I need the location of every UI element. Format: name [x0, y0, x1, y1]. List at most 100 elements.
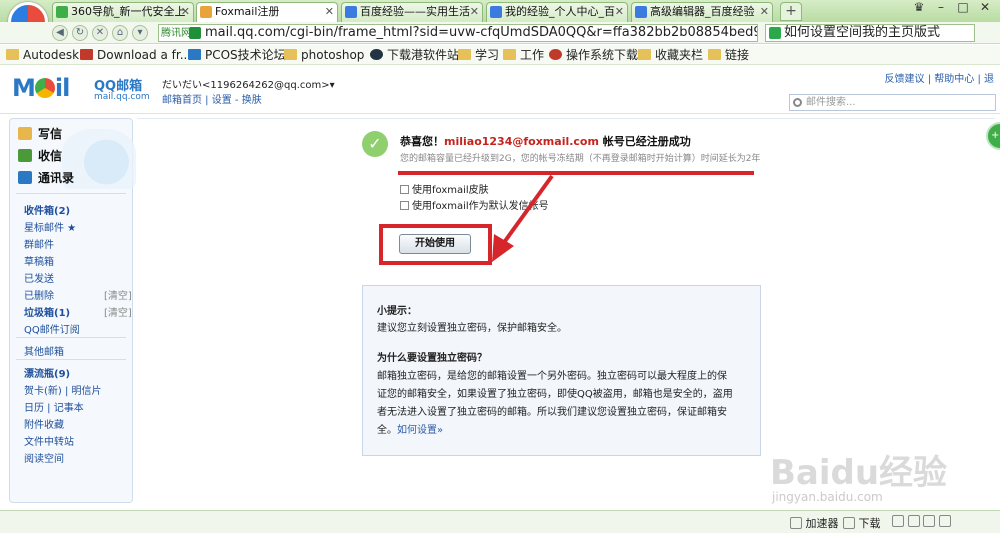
user-links[interactable]: 邮箱首页 | 设置 - 换肤 [162, 91, 262, 106]
minimize-icon[interactable]: – [930, 0, 952, 14]
tab-advanced-editor[interactable]: 高级编辑器_百度经验 ✕ [631, 2, 773, 22]
maximize-icon[interactable]: □ [952, 0, 974, 14]
file-transfer[interactable]: 文件中转站 [24, 433, 74, 448]
skin-icon[interactable]: ♛ [908, 0, 930, 14]
address-field[interactable]: 腾讯网 mail.qq.com/cgi-bin/frame_html?sid=u… [158, 24, 758, 42]
back-icon[interactable]: ◀ [52, 25, 68, 41]
close-icon[interactable]: ✕ [615, 3, 624, 21]
new-email-address: miliao1234@foxmail.com [444, 135, 599, 148]
screenshot-icon[interactable] [892, 515, 904, 527]
url-text: mail.qq.com/cgi-bin/frame_html?sid=uvw-c… [205, 25, 758, 40]
tab-bar: 360导航_新一代安全上 ✕ Foxmail注册 ✕ 百度经验——实用生活 ✕ 我的经… [0, 0, 1000, 23]
greeting-card[interactable]: 贺卡(新) | 明信片 [24, 382, 102, 397]
baidu-icon [635, 6, 647, 18]
search-engine-icon [769, 27, 781, 39]
drift-bottle[interactable]: 漂流瓶(9) [24, 365, 70, 380]
mail-logo[interactable]: Mil [12, 74, 70, 102]
tab-my-jingyan[interactable]: 我的经验_个人中心_百 ✕ [486, 2, 628, 22]
foxmail-icon [200, 6, 212, 18]
attachment-favorites[interactable]: 附件收藏 [24, 416, 64, 431]
divider [16, 359, 126, 360]
bookmark-photoshop[interactable]: photoshop [284, 45, 364, 65]
folder-sent[interactable]: 已发送 [24, 270, 54, 285]
folder-drafts[interactable]: 草稿箱 [24, 253, 54, 268]
other-mailboxes[interactable]: 其他邮箱 [24, 343, 64, 358]
watermark-url: jingyan.baidu.com [772, 490, 883, 504]
bookmark-autodesk[interactable]: Autodesk [6, 45, 79, 65]
folder-icon [638, 49, 651, 60]
new-tab-button[interactable]: + [780, 2, 802, 21]
bookmark-study[interactable]: 学习 [458, 45, 499, 65]
tab-baidu-jingyan[interactable]: 百度经验——实用生活 ✕ [341, 2, 483, 22]
zoom-icon[interactable] [938, 515, 951, 527]
why-line-2: 证您的邮箱安全，如果设置了独立密码，即使QQ被盗用，邮箱也是安全的，盗用 [377, 389, 733, 400]
tab-360-nav[interactable]: 360导航_新一代安全上 ✕ [52, 2, 194, 22]
bookmark-pcos[interactable]: PCOS技术论坛 [188, 45, 286, 65]
empty-spam-link[interactable]: [清空] [104, 304, 132, 319]
top-links[interactable]: 反馈建议 | 帮助中心 | 退 [885, 70, 994, 85]
tips-text: 建议您立刻设置独立密码，保护邮箱安全。 [377, 323, 567, 334]
tips-panel: 小提示： 建议您立刻设置独立密码，保护邮箱安全。 为什么要设置独立密码？ 邮箱独… [362, 285, 761, 456]
mail-search-input[interactable]: 邮件搜索... [789, 94, 996, 111]
site-icon [370, 49, 383, 60]
baidu-icon [490, 6, 502, 18]
browser-search-input[interactable]: 如何设置空间我的主页版式 [765, 24, 975, 42]
bookmarks-bar: Autodesk Download a fr... PCOS技术论坛 photo… [0, 45, 1000, 65]
folder-spam[interactable]: 垃圾箱(1) [清空] [24, 304, 132, 319]
address-toolbar: ◀ ↻ ✕ ⌂ ▾ 腾讯网 mail.qq.com/cgi-bin/frame_… [0, 22, 1000, 44]
user-account[interactable]: だいだい<1196264262@qq.com>▾ [162, 76, 335, 91]
start-using-button[interactable]: 开始使用 [399, 234, 471, 254]
settings-icon[interactable] [907, 515, 920, 527]
refresh-icon[interactable]: ↻ [72, 25, 88, 41]
close-icon[interactable]: ✕ [470, 3, 479, 21]
mail-header: Mil QQ邮箱 mail.qq.com だいだい<1196264262@qq.… [0, 66, 1000, 114]
bookmark-os-download[interactable]: 操作系统下载 [549, 45, 638, 65]
checkbox[interactable] [400, 201, 409, 210]
close-window-icon[interactable]: ✕ [974, 0, 996, 14]
bookmark-favorites[interactable]: 收藏夹栏 [638, 45, 703, 65]
empty-deleted-link[interactable]: [清空] [104, 287, 132, 302]
baidu-watermark: Baidu经验 [770, 453, 948, 493]
checkbox[interactable] [400, 185, 409, 194]
folder-subscription[interactable]: QQ邮件订阅 [24, 321, 80, 336]
how-to-set-link[interactable]: 如何设置» [397, 425, 443, 436]
close-icon[interactable]: ✕ [760, 3, 769, 21]
site-icon [549, 49, 562, 60]
search-icon [793, 98, 802, 107]
reading-space[interactable]: 阅读空间 [24, 450, 64, 465]
mail-logo-o-icon [34, 78, 55, 98]
close-icon[interactable]: ✕ [325, 3, 334, 21]
site-icon [188, 49, 201, 60]
upgrade-note: 您的邮箱容量已经升级到2G，您的帐号冻结期（不再登录邮箱时开始计算）时间延长为2… [400, 154, 761, 164]
bookmark-links[interactable]: 链接 [708, 45, 749, 65]
folder-icon [708, 49, 721, 60]
inbox-button[interactable]: 收信 [18, 147, 62, 164]
option-foxmail-skin[interactable]: 使用foxmail皮肤 [400, 181, 489, 196]
why-line-1: 邮箱独立密码，是给您的邮箱设置一个另外密码。独立密码可以最大程度上的保 [377, 371, 727, 382]
contacts-button[interactable]: 通讯录 [18, 169, 74, 186]
calendar-notes[interactable]: 日历 | 记事本 [24, 399, 84, 414]
download-button[interactable]: 下载 [843, 515, 881, 531]
close-icon[interactable]: ✕ [181, 3, 190, 21]
tips-title: 小提示： [377, 306, 417, 317]
folder-inbox[interactable]: 收件箱(2) [24, 202, 70, 217]
folder-starred[interactable]: 星标邮件 ★ [24, 219, 76, 234]
bookmark-work[interactable]: 工作 [503, 45, 544, 65]
accelerator-button[interactable]: 加速器 [790, 515, 839, 531]
folder-deleted[interactable]: 已删除 [清空] [24, 287, 132, 302]
tab-foxmail-register[interactable]: Foxmail注册 ✕ [196, 2, 338, 23]
why-line-3: 者无法进入设置了独立密码的邮箱。所以我们建议您设置独立密码，保证邮箱安 [377, 407, 727, 418]
sound-icon[interactable] [923, 515, 935, 527]
baidu-icon [345, 6, 357, 18]
folder-icon [503, 49, 516, 60]
bookmark-download[interactable]: Download a fr... [80, 45, 191, 65]
write-button[interactable]: 写信 [18, 125, 62, 142]
history-icon[interactable]: ▾ [132, 25, 148, 41]
download-icon [843, 517, 855, 529]
folder-group[interactable]: 群邮件 [24, 236, 54, 251]
stop-icon[interactable]: ✕ [92, 25, 108, 41]
divider [16, 193, 126, 194]
home-icon[interactable]: ⌂ [112, 25, 128, 41]
bookmark-download-site[interactable]: 下载港软件站 [370, 45, 459, 65]
rocket-icon [790, 517, 802, 529]
